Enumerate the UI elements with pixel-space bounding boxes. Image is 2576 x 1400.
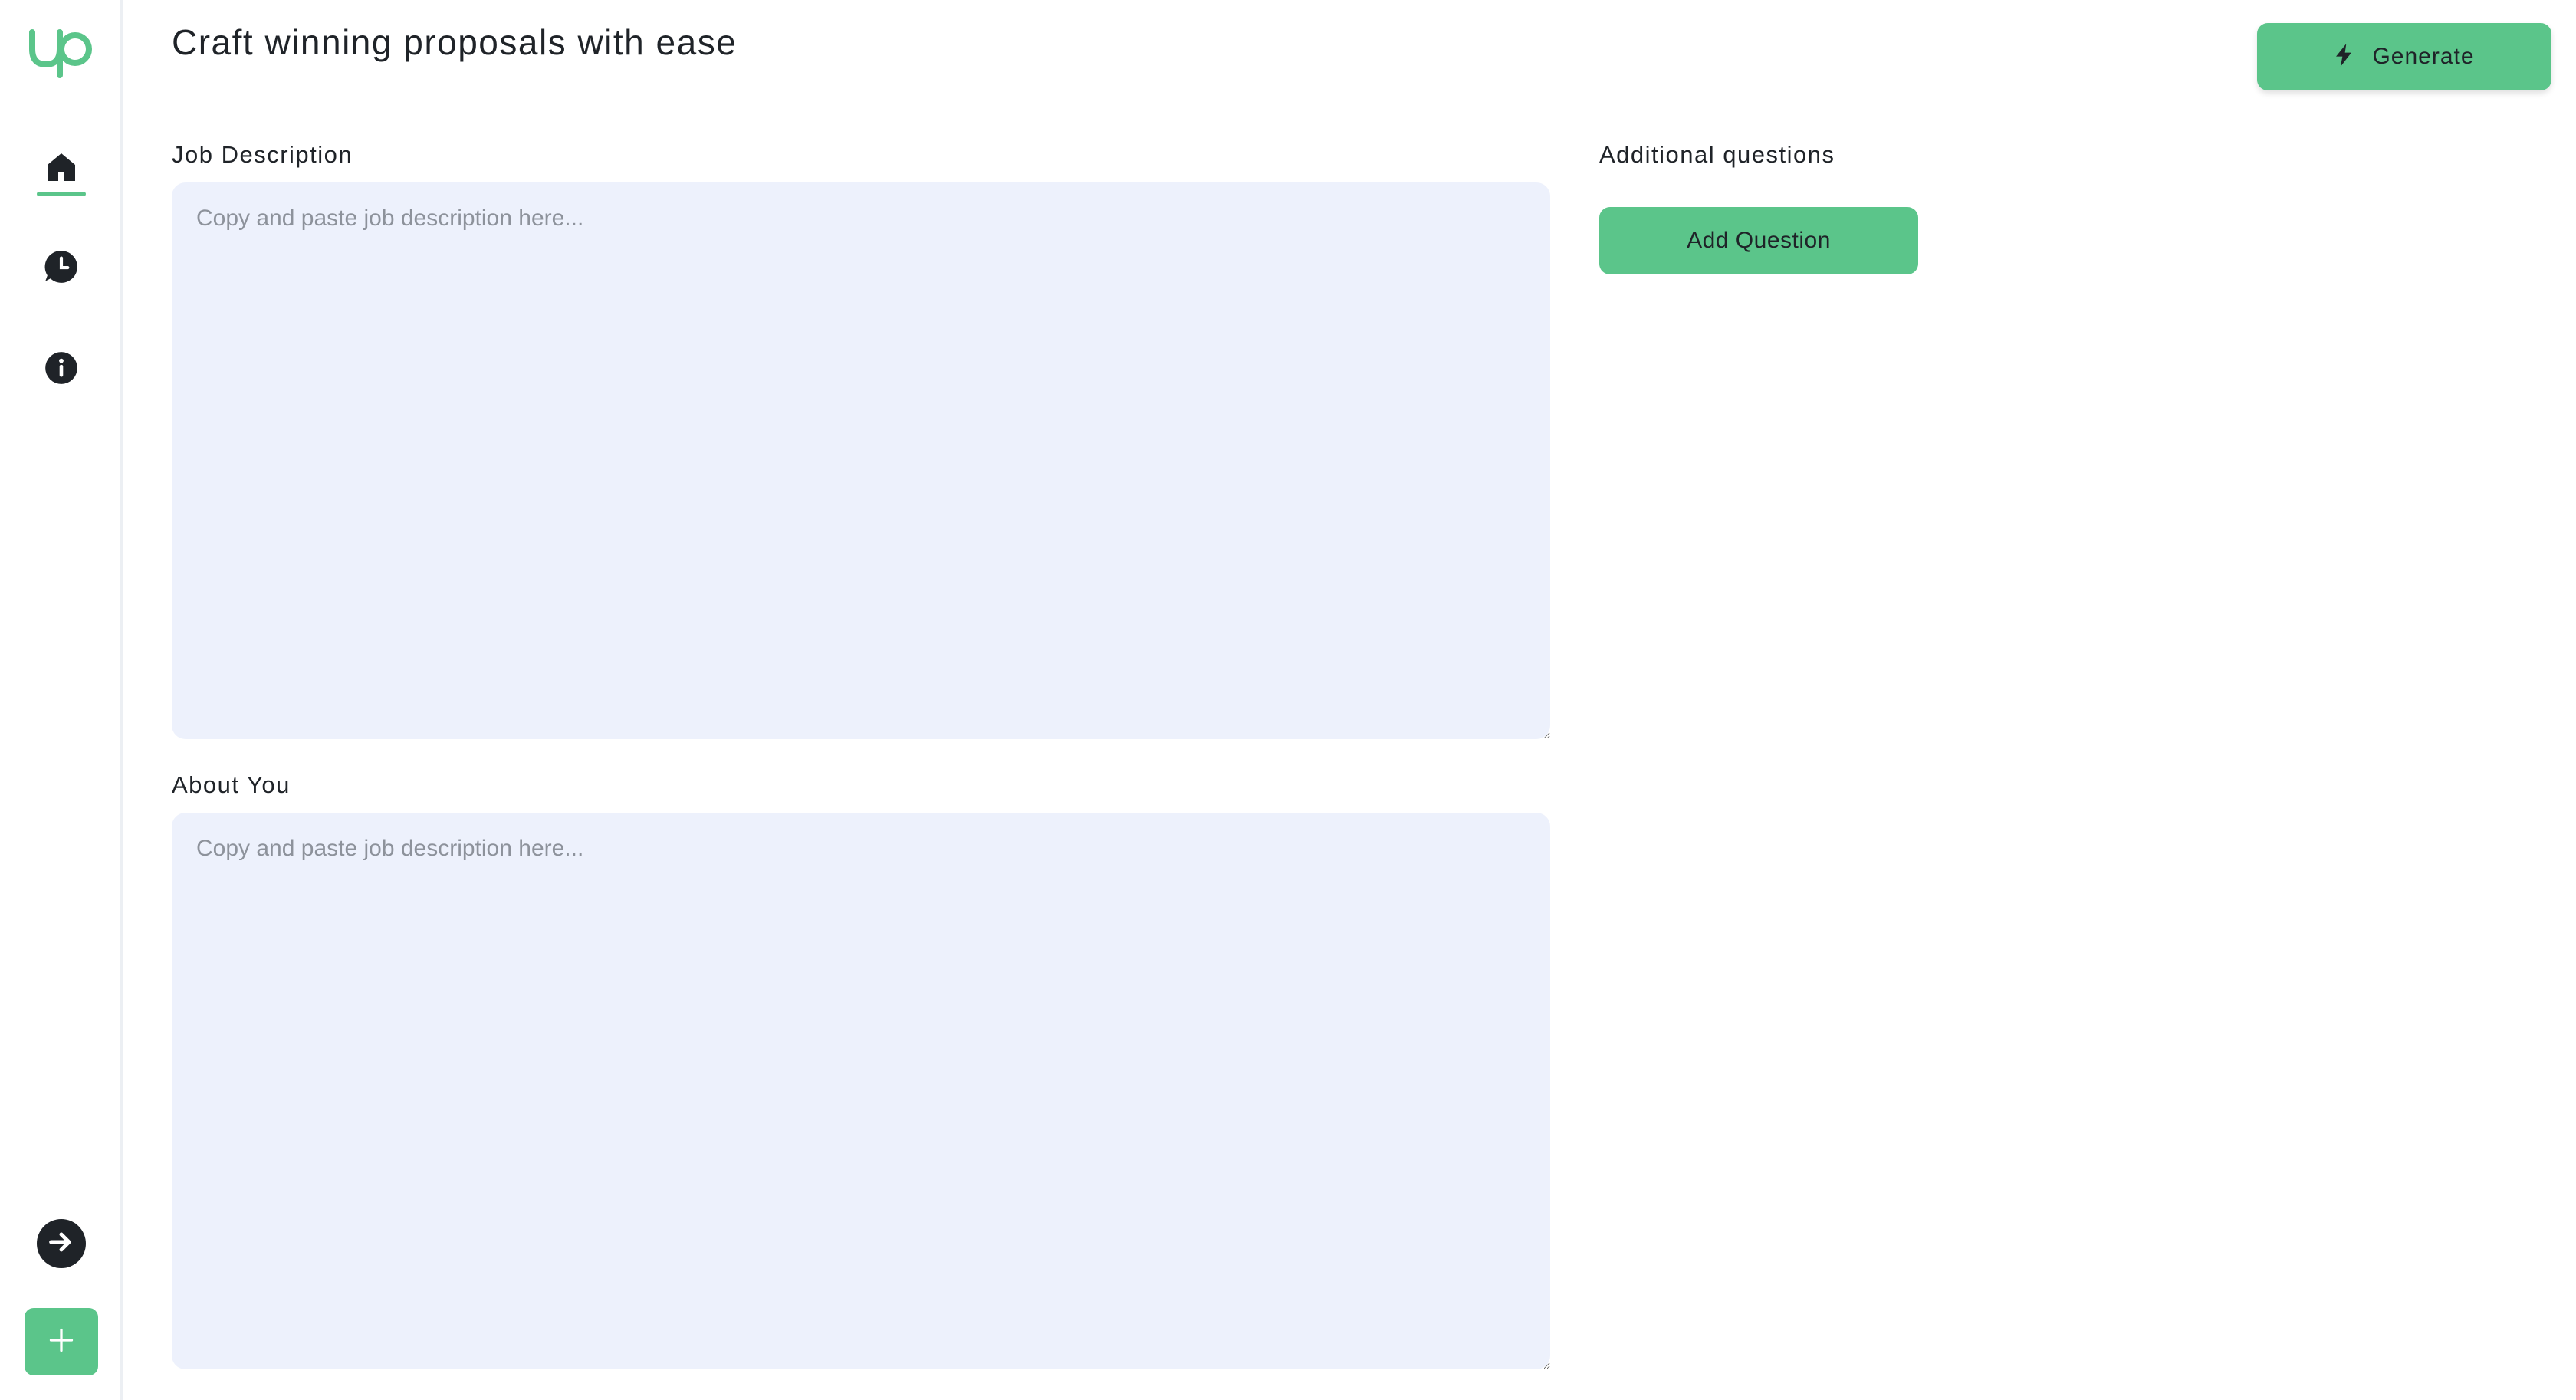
sidebar-item-history[interactable] xyxy=(31,236,92,297)
home-icon xyxy=(43,149,80,186)
page-title: Craft winning proposals with ease xyxy=(172,22,738,62)
info-icon xyxy=(42,349,80,387)
active-nav-indicator xyxy=(37,192,86,196)
upwork-logo-icon[interactable] xyxy=(28,23,95,78)
add-question-button[interactable]: Add Question xyxy=(1599,207,1918,274)
sidebar-item-home[interactable] xyxy=(31,136,92,198)
generate-button[interactable]: Generate xyxy=(2257,23,2551,90)
app-window: Craft winning proposals with ease Genera… xyxy=(0,0,2576,1400)
job-description-field[interactable] xyxy=(172,182,1550,739)
plus-icon xyxy=(48,1326,75,1358)
about-you-label: About You xyxy=(172,771,291,798)
lightning-bolt-icon xyxy=(2334,43,2354,71)
sidebar-item-info[interactable] xyxy=(31,337,92,399)
about-you-field[interactable] xyxy=(172,813,1550,1369)
job-description-label: Job Description xyxy=(172,141,353,168)
add-question-button-label: Add Question xyxy=(1687,228,1831,253)
history-icon xyxy=(42,248,80,286)
navigate-forward-button[interactable] xyxy=(37,1219,86,1268)
new-proposal-button[interactable] xyxy=(25,1308,98,1375)
generate-button-label: Generate xyxy=(2372,44,2475,69)
sidebar xyxy=(0,0,123,1400)
arrow-right-circle-icon xyxy=(46,1227,77,1261)
additional-questions-label: Additional questions xyxy=(1599,141,1835,168)
